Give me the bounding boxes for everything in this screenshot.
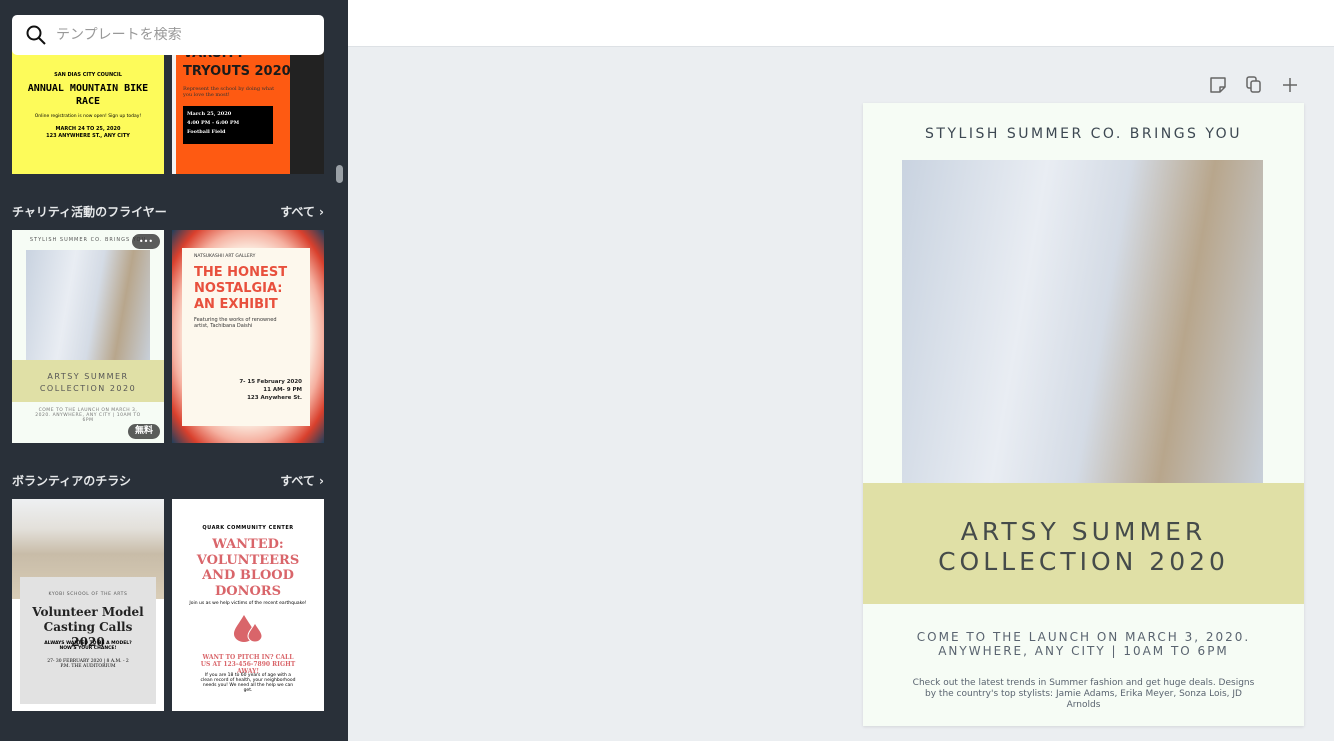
event-place: ANYWHERE, ANY CITY | 10AM TO 6PM [938,644,1229,658]
title: WANTED: VOLUNTEERS AND BLOOD DONORS [196,537,300,599]
subtitle: Join us as we help victims of the recent… [189,601,307,606]
event-date: COME TO THE LAUNCH ON MARCH 3, 2020. [916,630,1251,644]
body-text: Check out the latest trends in Summer fa… [912,678,1255,710]
search-icon [26,25,46,45]
template-honest-nostalgia[interactable]: NATSUKASHII ART GALLERY THE HONEST NOSTA… [172,230,324,443]
photo [26,250,150,362]
subtitle: Online registration is now open! Sign up… [34,114,142,119]
details: 7- 15 February 2020 11 AM- 9 PM 123 Anywhe… [239,378,302,402]
title: ANNUAL MOUNTAIN BIKE RACE [27,83,149,107]
free-badge: 無料 [128,424,160,439]
call-to-action: WANT TO PITCH IN? CALL US AT 123-456-789… [200,654,296,675]
title: COLLECTION 2020 [39,384,137,393]
org: SAN DIAS CITY COUNCIL [54,72,122,78]
see-all-link[interactable]: すべて › [280,472,324,489]
title-line-1: ARTSY SUMMER [960,517,1207,546]
sticky-note-icon[interactable] [1207,74,1229,96]
place: 123 Anywhere St. [247,395,302,401]
date: March 25, 2020 [187,111,232,117]
date-box: March 25, 2020 4:00 PM - 6:00 PM Football … [183,106,273,144]
more-options-button[interactable]: ••• [132,234,160,249]
org: NATSUKASHII ART GALLERY [194,254,256,259]
see-all-link[interactable]: すべて › [280,203,324,220]
title: THE HONEST NOSTALGIA: AN EXHIBIT [194,265,288,312]
hero-photo [902,160,1263,484]
title: TRYOUTS 2020 [183,64,291,79]
date: 7- 15 February 2020 [239,379,302,385]
template-artsy-summer[interactable]: STYLISH SUMMER CO. BRINGS YOU ARTSY SUMM… [12,230,164,443]
time: 4:00 PM - 6:00 PM [187,120,240,126]
top-bar [348,0,1334,47]
scrollbar[interactable] [336,165,343,183]
blood-drop-icon [234,615,263,643]
time: 11 AM- 9 PM [263,387,302,393]
place: 123 ANYWHERE ST., ANY CITY [46,133,130,139]
title-band: ARTSY SUMMER COLLECTION 2020 [863,483,1304,604]
template-sidebar: SAN DIAS CITY COUNCIL ANNUAL MOUNTAIN BI… [0,0,348,741]
template-blood-donors[interactable]: QUARK COMMUNITY CENTER WANTED: VOLUNTEER… [172,499,324,711]
top-text: STYLISH SUMMER CO. BRINGS YOU [925,126,1242,142]
template-casting-calls[interactable]: KYOBI SCHOOL OF THE ARTS Volunteer Model… [12,499,164,711]
place: Football Field [187,129,226,135]
org: QUARK COMMUNITY CENTER [202,525,294,531]
details: COME TO THE LAUNCH ON MARCH 3, 2020. ANY… [35,408,141,423]
subtitle: ALWAYS WANTED TO BE A MODEL? NOW'S YOUR … [44,641,132,651]
search-input[interactable] [56,27,296,43]
title: ARTSY SUMMER [47,372,129,381]
date: MARCH 24 TO 25, 2020 [55,126,121,132]
section-header-volunteer: ボランティアのチラシ すべて › [12,472,324,489]
org: KYOBI SCHOOL OF THE ARTS [48,592,128,597]
section-header-charity: チャリティ活動のフライヤー すべて › [12,203,324,220]
subtitle: Featuring the works of renowned artist, … [194,317,277,329]
search-box[interactable] [12,15,324,55]
text-card: KYOBI SCHOOL OF THE ARTS Volunteer Model… [20,577,156,704]
body: If you are 18 to 60 years of age with a … [200,673,296,693]
title-line-2: COLLECTION 2020 [938,547,1229,576]
see-all-label: すべて [280,205,315,219]
section-title: ボランティアのチラシ [12,474,132,488]
subtitle: Represent the school by doing what you l… [183,86,275,98]
duplicate-icon[interactable] [1243,74,1265,96]
see-all-label: すべて [280,474,315,488]
title-band: ARTSY SUMMER COLLECTION 2020 [12,360,164,402]
section-title: チャリティ活動のフライヤー [12,205,167,219]
date: 27- 30 FEBRUARY 2020 | 8 A.M. - 2 P.M. T… [47,659,129,669]
design-canvas[interactable]: STYLISH SUMMER CO. BRINGS YOU ARTSY SUMM… [863,103,1304,726]
plus-icon[interactable] [1279,74,1301,96]
